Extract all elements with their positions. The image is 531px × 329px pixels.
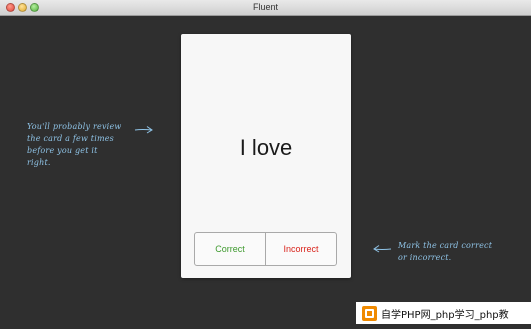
title-bar: Fluent [0,0,531,16]
mark-hint-line: Mark the card correct [398,241,493,250]
review-hint-line: You'll probably review [27,122,122,131]
correct-button[interactable]: Correct [195,233,266,265]
mark-hint-line: or incorrect. [398,253,452,262]
window-title: Fluent [252,2,278,12]
incorrect-button[interactable]: Incorrect [266,233,336,265]
review-hint-line: the card a few times [27,134,114,143]
flashcard: I love Correct Incorrect [181,34,351,278]
app-window: Fluent I love Correct Incorrect You'll p… [0,0,531,329]
mark-hint-note: Mark the card correct or incorrect. [398,240,528,264]
review-hint-line: right. [27,158,51,167]
left-arrow-icon [373,245,392,253]
watermark-logo-icon [362,305,377,321]
right-arrow-icon [134,126,153,134]
review-hint-line: before you get it [27,146,98,155]
watermark-text: 自学PHP网_php学习_php教 [381,309,509,321]
flashcard-word: I love [239,135,293,160]
watermark-banner: 自学PHP网_php学习_php教 [356,302,531,324]
review-hint-note: You'll probably review the card a few ti… [27,121,137,169]
answer-button-group: Correct Incorrect [194,232,337,266]
